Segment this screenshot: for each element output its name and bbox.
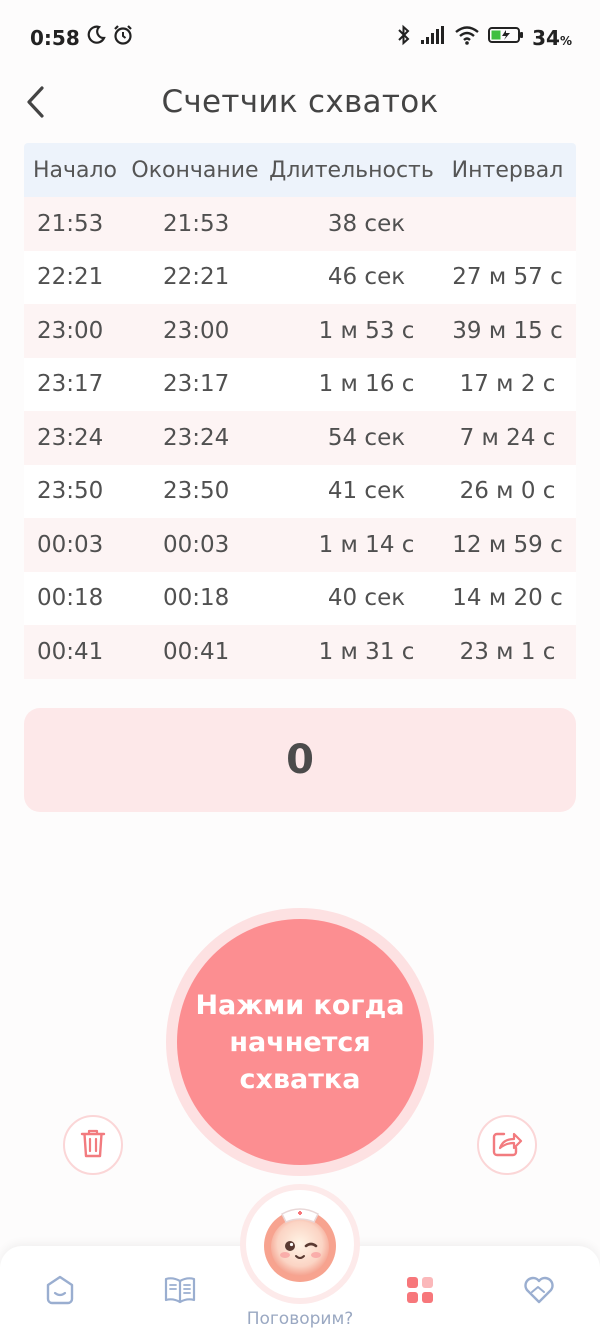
cell-start: 23:50 [37,478,104,505]
cell-interval: 23 м 1 с [459,638,556,665]
table-body: 21:53 21:53 38 сек 22:21 22:21 46 сек 27… [24,197,576,679]
cell-duration: 1 м 16 с [318,371,415,398]
cell-start: 00:18 [37,585,104,612]
delete-button[interactable] [63,1115,123,1175]
start-contraction-button[interactable]: Нажми когда начнется схватка [177,919,423,1165]
page-title: Счетчик схваток [161,84,439,120]
cell-start: 22:21 [37,264,104,291]
heart-hands-icon [522,1274,556,1310]
cell-end: 22:21 [163,264,230,291]
column-header-start: Начало [32,157,118,183]
cell-duration: 40 сек [327,585,406,612]
battery-percent: 34% [532,26,572,50]
cell-interval: 7 м 24 с [459,424,556,451]
table-row: 23:17 23:17 1 м 16 с 17 м 2 с [24,357,576,411]
assistant-avatar-icon [258,1200,342,1288]
cell-end: 23:17 [163,371,230,398]
timer-counter: 0 [24,708,576,812]
nav-care[interactable] [519,1272,559,1312]
cell-end: 00:03 [163,531,230,558]
cell-duration: 1 м 53 с [318,317,415,344]
cell-start: 21:53 [37,210,104,237]
status-time: 0:58 [30,25,80,50]
cell-interval: 39 м 15 с [452,317,563,344]
cell-start: 00:03 [37,531,104,558]
cell-duration: 41 сек [327,478,406,505]
column-header-interval: Интервал [451,157,564,183]
table-row: 22:21 22:21 46 сек 27 м 57 с [24,250,576,304]
status-left: 0:58 [30,24,134,51]
contractions-table: Начало Окончание Длительность Интервал 2… [24,143,576,679]
trash-icon [79,1127,107,1163]
table-row: 23:00 23:00 1 м 53 с 39 м 15 с [24,304,576,358]
nav-articles[interactable] [160,1272,200,1312]
alarm-icon [112,24,134,51]
contraction-button-ring: Нажми когда начнется схватка [166,908,434,1176]
wifi-icon [454,25,480,50]
cell-interval: 12 м 59 с [452,531,563,558]
cell-interval: 27 м 57 с [452,264,563,291]
cell-duration: 54 сек [327,424,406,451]
cell-end: 00:41 [163,638,230,665]
table-row: 21:53 21:53 38 сек [24,197,576,251]
status-right: 34% [396,24,572,51]
table-row: 23:24 23:24 54 сек 7 м 24 с [24,411,576,465]
nav-tools[interactable] [400,1272,440,1312]
cell-duration: 1 м 31 с [318,638,415,665]
header: Счетчик схваток [0,72,600,136]
table-row: 23:50 23:50 41 сек 26 м 0 с [24,464,576,518]
cell-start: 23:24 [37,424,104,451]
cell-end: 23:50 [163,478,230,505]
share-button[interactable] [477,1115,537,1175]
apps-grid-icon [405,1275,435,1309]
assistant-label: Поговорим? [246,1309,354,1329]
signal-icon [420,25,446,50]
cell-start: 23:17 [37,371,104,398]
table-row: 00:41 00:41 1 м 31 с 23 м 1 с [24,625,576,679]
status-bar: 0:58 34% [0,0,600,72]
cell-interval: 14 м 20 с [452,585,563,612]
cell-end: 23:24 [163,424,230,451]
cell-duration: 1 м 14 с [318,531,415,558]
battery-value: 34 [532,25,560,50]
battery-icon [488,25,524,50]
cell-interval: 17 м 2 с [459,371,556,398]
table-row: 00:18 00:18 40 сек 14 м 20 с [24,571,576,625]
table-header: Начало Окончание Длительность Интервал [24,143,576,197]
column-header-end: Окончание [131,157,259,183]
cell-interval: 26 м 0 с [459,478,556,505]
cell-start: 23:00 [37,317,104,344]
home-icon [44,1274,76,1310]
bluetooth-icon [396,24,412,51]
moon-icon [86,25,106,50]
assistant-button[interactable] [246,1190,354,1298]
cell-duration: 38 сек [327,210,406,237]
cell-end: 00:18 [163,585,230,612]
nav-home[interactable] [40,1272,80,1312]
cell-duration: 46 сек [327,264,406,291]
share-icon [491,1128,523,1162]
counter-value: 0 [286,737,314,783]
cell-end: 23:00 [163,317,230,344]
table-row: 00:03 00:03 1 м 14 с 12 м 59 с [24,518,576,572]
cell-end: 21:53 [163,210,230,237]
column-header-duration: Длительность [269,157,434,183]
book-icon [163,1275,197,1309]
cell-start: 00:41 [37,638,104,665]
battery-suffix: % [559,33,572,48]
